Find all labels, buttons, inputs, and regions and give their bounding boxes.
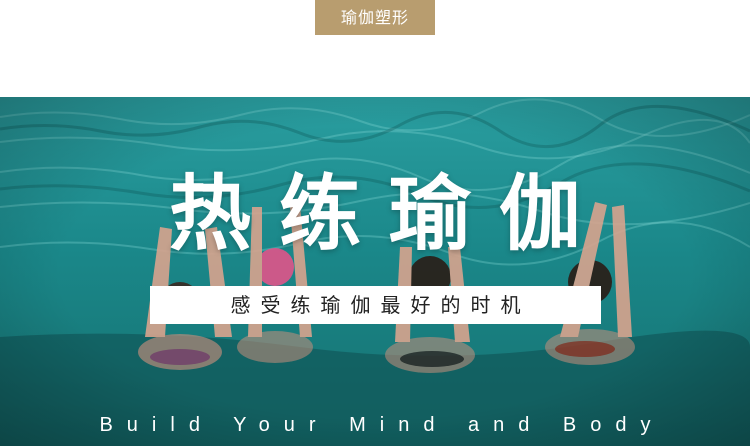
category-tag: 瑜伽塑形 xyxy=(315,0,435,35)
hero-subtitle: 感受练瑜伽最好的时机 xyxy=(150,286,601,324)
hero-banner: 热练瑜伽 感受练瑜伽最好的时机 Build Your Mind and Body xyxy=(0,97,750,446)
pool-photo xyxy=(0,97,750,446)
hero-title: 热练瑜伽 xyxy=(168,167,609,262)
hero-english-tagline: Build Your Mind and Body xyxy=(99,414,665,436)
